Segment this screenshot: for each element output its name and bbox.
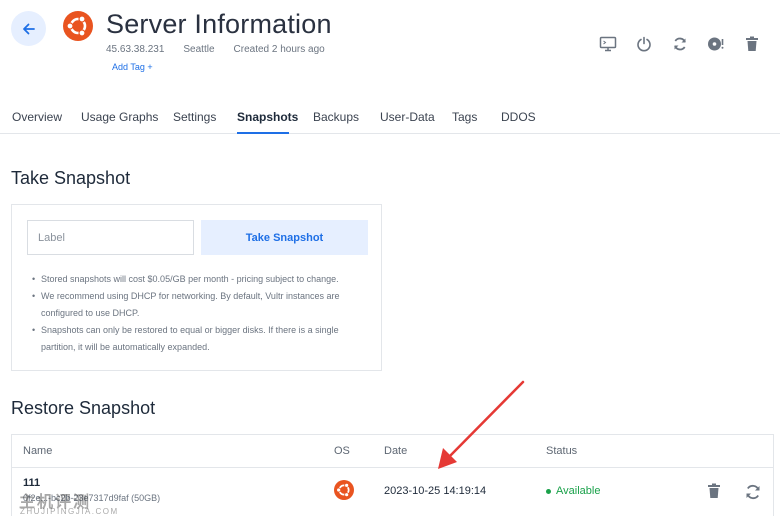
ubuntu-icon: [334, 480, 354, 500]
tab-settings[interactable]: Settings: [173, 110, 216, 124]
ubuntu-logo-icon: [63, 11, 93, 41]
server-ip: 45.63.38.231: [106, 44, 165, 55]
take-snapshot-panel: Take Snapshot Stored snapshots will cost…: [11, 204, 382, 371]
tab-user-data[interactable]: User-Data: [380, 110, 435, 124]
snapshot-note: We recommend using DHCP for networking. …: [32, 288, 372, 322]
column-header-os: OS: [334, 445, 350, 457]
monitor-icon: [599, 36, 617, 52]
add-tag-link[interactable]: Add Tag +: [112, 62, 153, 72]
power-button[interactable]: [634, 34, 654, 54]
watermark-url: ZHUJIPINGJIA.COM: [20, 507, 119, 516]
page-title: Server Information: [106, 9, 332, 39]
tab-snapshots[interactable]: Snapshots: [237, 110, 298, 124]
server-created: Created 2 hours ago: [233, 44, 325, 55]
snapshot-notes: Stored snapshots will cost $0.05/GB per …: [32, 271, 372, 356]
snapshot-note: Stored snapshots will cost $0.05/GB per …: [32, 271, 372, 288]
take-snapshot-heading: Take Snapshot: [11, 168, 131, 188]
snapshot-label-input[interactable]: [27, 220, 194, 255]
table-row[interactable]: 111 0f2e...-bc2b-23e7317d9faf (50GB) 202…: [12, 467, 773, 516]
tab-overview[interactable]: Overview: [12, 110, 62, 124]
server-meta: 45.63.38.231 Seattle Created 2 hours ago: [106, 44, 325, 55]
take-snapshot-button[interactable]: Take Snapshot: [201, 220, 368, 255]
snapshot-table: Name OS Date Status 111 0f2e...-bc2b-23e…: [11, 434, 774, 516]
trash-icon: [746, 36, 758, 51]
tab-backups[interactable]: Backups: [313, 110, 359, 124]
iso-button[interactable]: [706, 34, 726, 54]
back-button[interactable]: [11, 11, 46, 46]
column-header-date: Date: [384, 445, 408, 457]
server-location: Seattle: [183, 44, 215, 55]
power-icon: [637, 36, 651, 52]
tab-bar: Overview Usage Graphs Settings Snapshots…: [0, 100, 780, 134]
active-tab-indicator: [237, 132, 289, 134]
snapshot-date: 2023-10-25 14:19:14: [384, 485, 487, 497]
server-actions: [598, 34, 762, 54]
tab-usage-graphs[interactable]: Usage Graphs: [81, 110, 158, 124]
status-dot-icon: [546, 488, 551, 494]
column-header-name: Name: [23, 445, 53, 457]
console-button[interactable]: [598, 34, 618, 54]
restore-snapshot-heading: Restore Snapshot: [11, 398, 156, 418]
column-header-status: Status: [546, 445, 578, 457]
status-text: Available: [556, 485, 601, 497]
tab-ddos[interactable]: DDOS: [501, 110, 536, 124]
restart-button[interactable]: [670, 34, 690, 54]
snapshot-note: Snapshots can only be restored to equal …: [32, 322, 372, 356]
status-badge: Available: [546, 485, 600, 497]
disc-icon: [708, 37, 724, 51]
restore-snapshot-icon[interactable]: [744, 483, 762, 501]
refresh-icon: [674, 37, 686, 51]
delete-snapshot-icon[interactable]: [706, 483, 722, 499]
arrow-left-icon: [22, 23, 35, 34]
tab-tags[interactable]: Tags: [452, 110, 477, 124]
destroy-button[interactable]: [742, 34, 762, 54]
